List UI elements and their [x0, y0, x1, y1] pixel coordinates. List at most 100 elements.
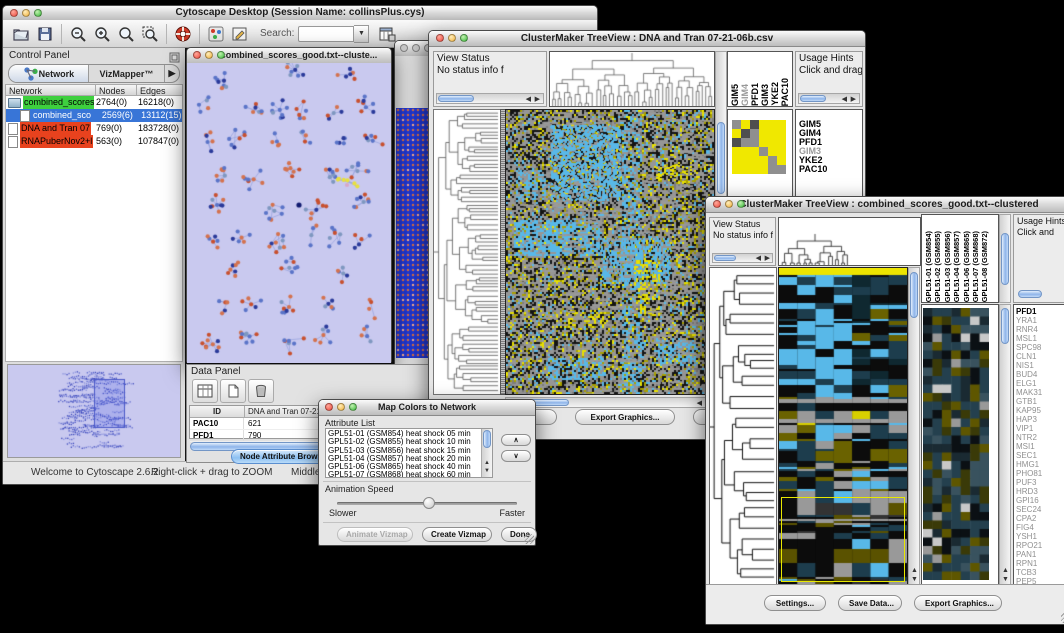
background-window-titlebar[interactable]: [395, 41, 429, 57]
move-up-button[interactable]: ∧: [501, 434, 531, 446]
row-dendrogram[interactable]: [709, 267, 777, 587]
column-label[interactable]: PAC10: [780, 78, 790, 106]
scroll-thumb[interactable]: [1001, 233, 1009, 285]
gene-label[interactable]: SEC24: [1016, 505, 1042, 514]
network-tree-row[interactable]: combined_scores2764(0)16218(0): [6, 96, 182, 109]
resize-grip[interactable]: [524, 534, 534, 544]
zoom-heatmap[interactable]: [921, 304, 999, 587]
summary-heatmap[interactable]: [732, 120, 786, 174]
gene-label[interactable]: MSI1: [1016, 442, 1042, 451]
gene-label[interactable]: NTR2: [1016, 433, 1042, 442]
minimize-button[interactable]: [725, 200, 733, 208]
heatmap-cell[interactable]: [759, 138, 768, 147]
gene-label[interactable]: YSH1: [1016, 532, 1042, 541]
column-label[interactable]: GIM4: [740, 84, 750, 106]
header-edges[interactable]: Edges: [137, 85, 182, 95]
heatmap-cell[interactable]: [732, 129, 741, 138]
treeview-combined-export-graphics-button[interactable]: Export Graphics...: [914, 595, 1002, 611]
column-label[interactable]: GPL51-08 (GSM872): [980, 231, 989, 302]
gene-label[interactable]: PAN1: [1016, 550, 1042, 559]
scroll-left-icon[interactable]: ◀: [526, 95, 531, 104]
gene-label[interactable]: HAP3: [1016, 415, 1042, 424]
scroll-left-icon[interactable]: ◀: [697, 399, 702, 408]
node-attribute-browser-button[interactable]: Node Attribute Brows: [231, 449, 331, 464]
treeview-combined-save-data-button[interactable]: Save Data...: [838, 595, 902, 611]
main-titlebar[interactable]: Cytoscape Desktop (Session Name: collins…: [3, 6, 597, 21]
close-button[interactable]: [325, 403, 333, 411]
heatmap-cell[interactable]: [732, 120, 741, 129]
gene-label[interactable]: GTB1: [1016, 397, 1042, 406]
heatmap-cell[interactable]: [759, 165, 768, 174]
treeview-combined-settings-button[interactable]: Settings...: [764, 595, 826, 611]
network-canvas-area[interactable]: [187, 63, 391, 362]
heatmap-cell[interactable]: [759, 120, 768, 129]
close-button[interactable]: [10, 9, 18, 17]
open-session-button[interactable]: [9, 23, 33, 45]
attribute-item[interactable]: GPL51-06 (GSM865) heat shock 40 min: [326, 463, 481, 471]
zoom-in-icon[interactable]: [90, 23, 114, 45]
scroll-up-icon[interactable]: ▲: [911, 566, 918, 575]
column-id[interactable]: ID: [190, 406, 245, 417]
scroll-thumb[interactable]: [483, 430, 491, 448]
tab-vizmapper[interactable]: VizMapper™: [89, 65, 165, 82]
heatmap-cell[interactable]: [777, 165, 786, 174]
scroll-thumb[interactable]: [714, 255, 736, 261]
close-button[interactable]: [713, 200, 721, 208]
close-button[interactable]: [436, 34, 444, 42]
heatmap-cell[interactable]: [741, 120, 750, 129]
treeview-dna-export-graphics-button[interactable]: Export Graphics...: [575, 409, 675, 425]
column-dendrogram[interactable]: [778, 217, 921, 266]
vizmapper-icon[interactable]: [204, 23, 228, 45]
heatmap-cell[interactable]: [768, 129, 777, 138]
zoom-selected-icon[interactable]: [138, 23, 162, 45]
heatmap-cell[interactable]: [741, 147, 750, 156]
heatmap-cell[interactable]: [777, 138, 786, 147]
gene-label[interactable]: CLN1: [1016, 352, 1042, 361]
column-label[interactable]: PFD1: [750, 83, 760, 106]
search-dropdown-icon[interactable]: ▼: [354, 25, 369, 43]
zoom-heatmap-vscrollbar[interactable]: ▲ ▼: [999, 304, 1011, 587]
heatmap-cell[interactable]: [768, 147, 777, 156]
gene-label[interactable]: BUD4: [1016, 370, 1042, 379]
save-session-button[interactable]: [33, 23, 57, 45]
background-network-view[interactable]: [395, 56, 429, 371]
heatmap-cell[interactable]: [732, 165, 741, 174]
heatmap-cell[interactable]: [777, 129, 786, 138]
gene-label[interactable]: SPC98: [1016, 343, 1042, 352]
heatmap-cell[interactable]: [777, 156, 786, 165]
main-heatmap[interactable]: [505, 109, 715, 395]
attribute-item[interactable]: GPL51-03 (GSM856) heat shock 15 min: [326, 447, 481, 455]
attribute-item[interactable]: GPL51-01 (GSM854) heat shock 05 min: [326, 430, 481, 438]
heatmap-cell[interactable]: [768, 156, 777, 165]
network-tree-row[interactable]: RNAPuberNov2+l563(0)107847(0): [6, 135, 182, 148]
gene-label[interactable]: SEC1: [1016, 451, 1042, 460]
gene-label[interactable]: FIG4: [1016, 523, 1042, 532]
heatmap-cell[interactable]: [750, 147, 759, 156]
birdseye-view[interactable]: [7, 364, 181, 458]
annotation-icon[interactable]: [228, 23, 252, 45]
gene-label[interactable]: HMG1: [1016, 460, 1042, 469]
tab-network[interactable]: Network: [9, 65, 89, 82]
scroll-thumb[interactable]: [1001, 308, 1009, 344]
zoom-button[interactable]: [217, 51, 225, 59]
zoom-fit-icon[interactable]: [114, 23, 138, 45]
attribute-list-scrollbar[interactable]: ▲ ▼: [481, 429, 492, 477]
header-network[interactable]: Network: [6, 85, 96, 95]
column-label[interactable]: GPL51-06 (GSM865): [962, 231, 971, 302]
scroll-thumb[interactable]: [800, 95, 826, 102]
heatmap-cell[interactable]: [750, 156, 759, 165]
global-heatmap[interactable]: [778, 267, 908, 587]
move-down-button[interactable]: ∨: [501, 450, 531, 462]
heatmap-cell[interactable]: [750, 138, 759, 147]
delete-attribute-trash-icon[interactable]: [248, 379, 274, 403]
column-label[interactable]: GPL51-02 (GSM855): [933, 231, 942, 302]
column-label[interactable]: GPL51-01 (GSM854): [924, 231, 933, 302]
close-button[interactable]: [193, 51, 201, 59]
scroll-down-icon[interactable]: ▼: [1002, 575, 1009, 584]
gene-label[interactable]: ELG1: [1016, 379, 1042, 388]
heatmap-cell[interactable]: [732, 147, 741, 156]
column-label[interactable]: GPL51-07 (GSM868): [971, 231, 980, 302]
heatmap-cell[interactable]: [759, 147, 768, 156]
attribute-item[interactable]: GPL51-04 (GSM857) heat shock 20 min: [326, 455, 481, 463]
gene-label[interactable]: YRA1: [1016, 316, 1042, 325]
